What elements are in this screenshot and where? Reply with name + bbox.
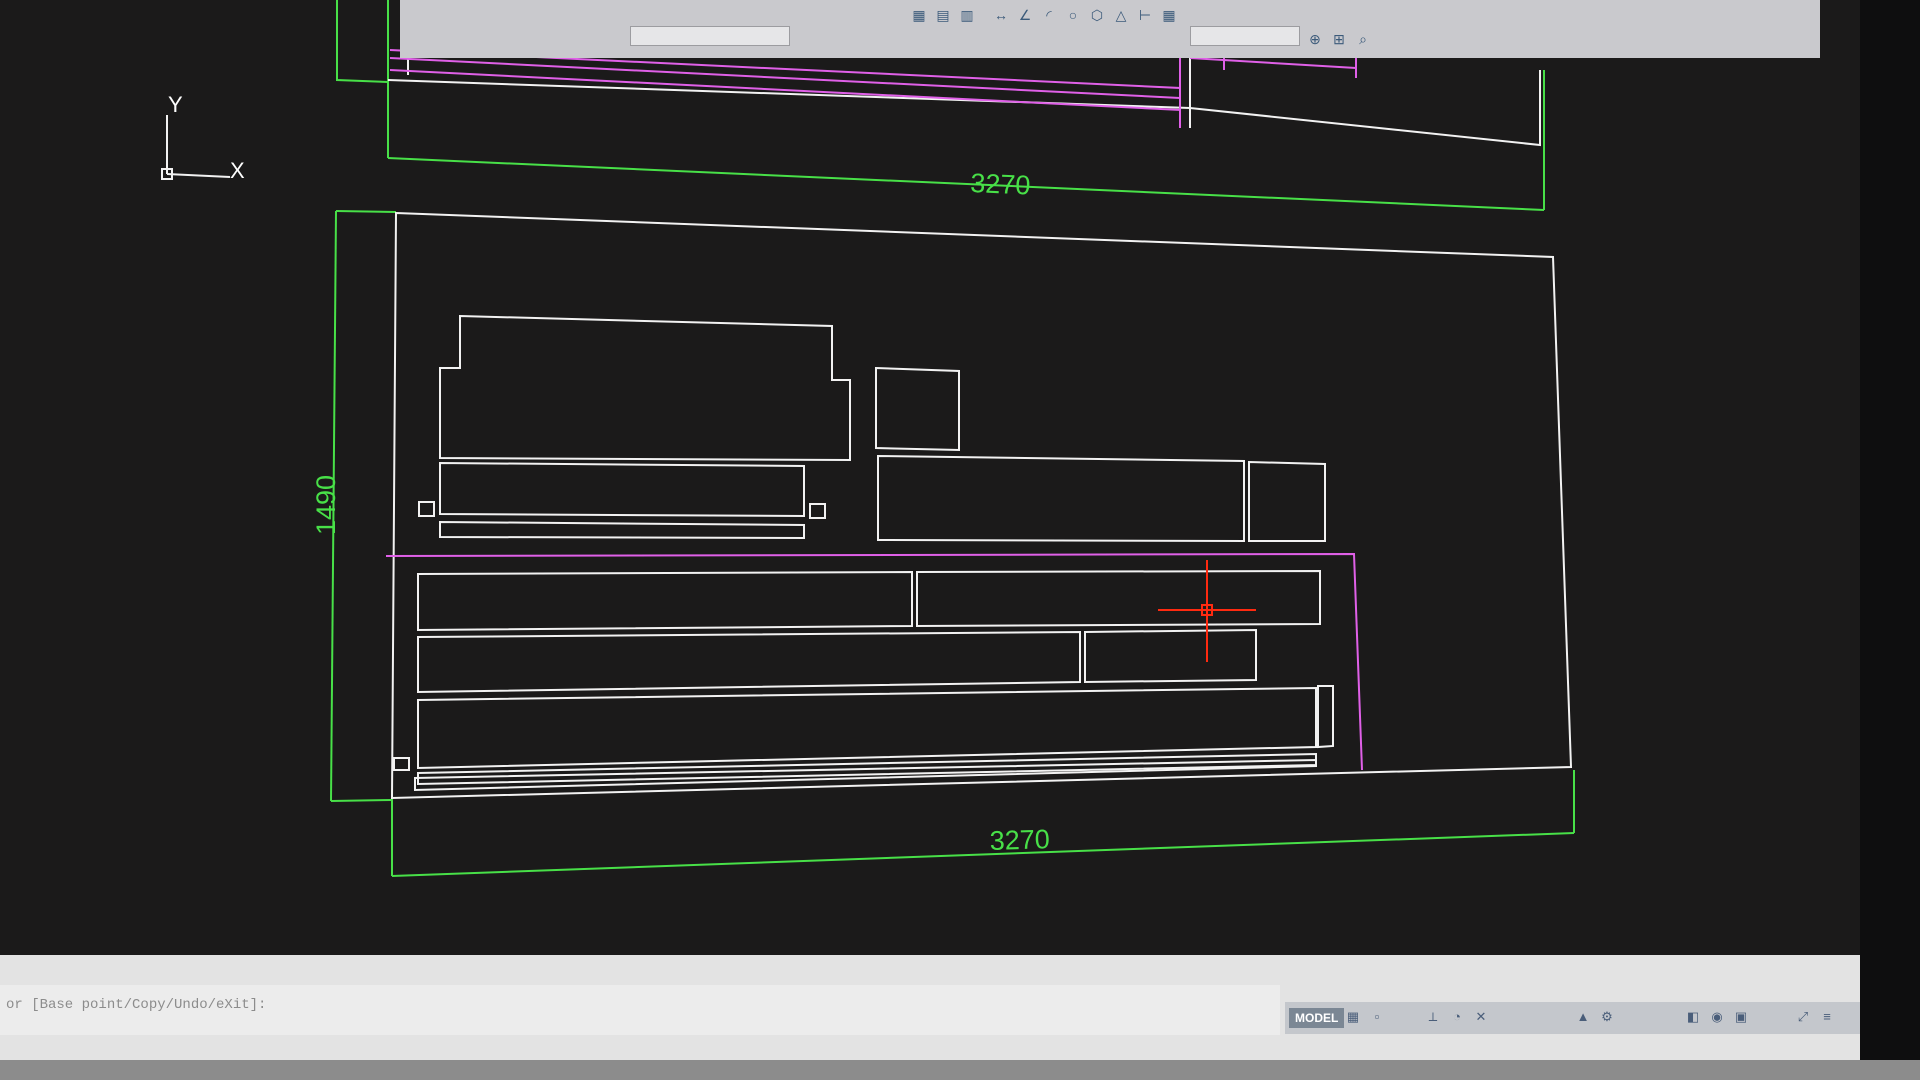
model-tab[interactable]: MODEL — [1289, 1008, 1345, 1028]
hardware-icon[interactable]: ▣ — [1733, 1009, 1749, 1025]
annotation-icon[interactable]: ▲ — [1575, 1009, 1591, 1025]
table-icon[interactable]: ▦ — [1160, 6, 1178, 24]
circle-icon[interactable]: ○ — [1064, 6, 1082, 24]
grid-icon[interactable]: ▦ — [1345, 1009, 1361, 1025]
workspace-icon[interactable]: ⚙ — [1599, 1009, 1615, 1025]
triangle-icon[interactable]: △ — [1112, 6, 1130, 24]
dim-baseline-icon[interactable]: ⊢ — [1136, 6, 1154, 24]
lock-icon[interactable]: ◧ — [1685, 1009, 1701, 1025]
fullscreen-icon[interactable]: ⤢ — [1795, 1009, 1811, 1025]
command-line[interactable]: or [Base point/Copy/Undo/eXit]: — [0, 985, 1280, 1035]
command-prompt-text: or [Base point/Copy/Undo/eXit]: — [6, 997, 267, 1013]
zoom-window-icon[interactable]: ⊕ — [1306, 30, 1324, 48]
monitor-bezel-right — [1860, 0, 1920, 1080]
ucs-x-label: X — [230, 158, 245, 183]
isolate-icon[interactable]: ◉ — [1709, 1009, 1725, 1025]
zoom-extents-icon[interactable]: ⊞ — [1330, 30, 1348, 48]
dim-angular-icon[interactable]: ∠ — [1016, 6, 1034, 24]
ortho-icon[interactable]: ⟂ — [1425, 1009, 1441, 1025]
upper-width-dimension: 3270 — [970, 168, 1031, 200]
osnap-icon[interactable]: ✕ — [1473, 1009, 1489, 1025]
ribbon-toolbar: ▦ ▤ ▥ ↔ ∠ ◜ ○ ⬡ △ ⊢ ▦ ⊕ ⊞ ⌕ — [400, 0, 1820, 58]
status-bar: MODEL ▦ ▫ ⟂ ◔ ✕ ▲ ⚙ ◧ ◉ ▣ ⤢ ≡ — [1285, 1002, 1860, 1034]
monitor-bezel-bottom — [0, 1060, 1920, 1080]
height-dim-extension-bottom — [330, 799, 393, 802]
dim-radius-icon[interactable]: ◜ — [1040, 6, 1058, 24]
layer-icon[interactable]: ▦ — [910, 6, 928, 24]
height-dimension: 1490 — [311, 475, 341, 535]
polygon-icon[interactable]: ⬡ — [1088, 6, 1106, 24]
zoom-icon[interactable]: ⌕ — [1354, 30, 1372, 48]
polar-icon[interactable]: ◔ — [1449, 1009, 1465, 1025]
ucs-y-label: Y — [168, 92, 183, 117]
model-space-canvas[interactable]: Y X 3270 1490 3270 — [0, 0, 1920, 1080]
layer-dropdown[interactable] — [630, 26, 790, 46]
dim-style-dropdown[interactable] — [1190, 26, 1300, 46]
dim-linear-icon[interactable]: ↔ — [992, 6, 1010, 24]
match-layer-icon[interactable]: ▥ — [958, 6, 976, 24]
customize-icon[interactable]: ≡ — [1819, 1009, 1835, 1025]
layer-state-icon[interactable]: ▤ — [934, 6, 952, 24]
lower-width-dimension: 3270 — [989, 824, 1050, 856]
snap-icon[interactable]: ▫ — [1369, 1009, 1385, 1025]
height-dim-extension-top — [335, 210, 397, 213]
